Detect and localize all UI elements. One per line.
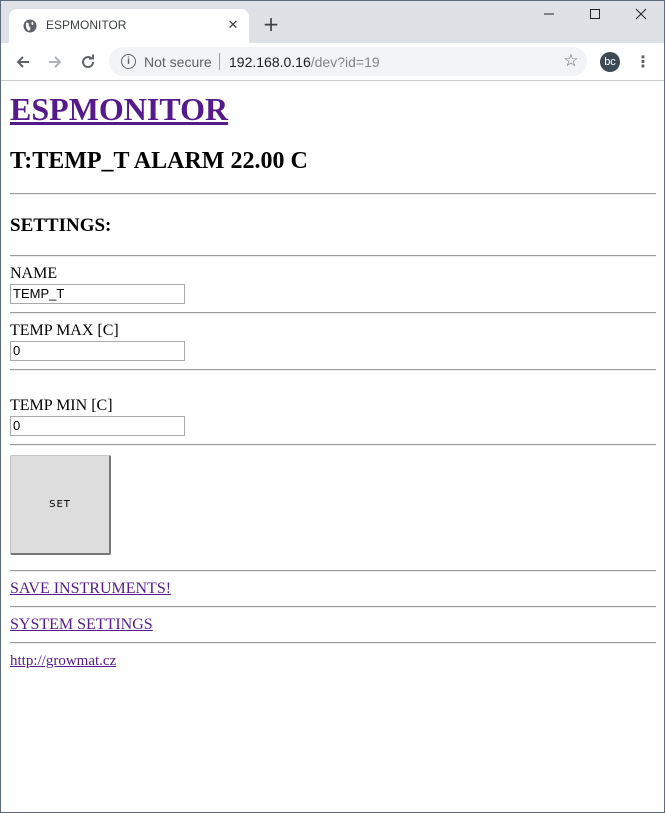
reload-icon[interactable] <box>75 49 101 75</box>
name-input[interactable]: TEMP_T <box>10 284 185 304</box>
close-glyph <box>635 8 647 20</box>
page-title-link[interactable]: ESPMONITOR <box>10 91 228 128</box>
divider <box>10 444 656 446</box>
browser-window: ESPMONITOR ✕ + i Not secure 192.168.0.16… <box>0 0 665 813</box>
minimize-glyph <box>544 13 554 15</box>
url-host: 192.168.0.16 <box>229 54 311 70</box>
forward-arrow-icon[interactable] <box>42 49 68 75</box>
maximize-glyph <box>590 9 600 19</box>
new-tab-icon[interactable]: + <box>261 14 281 34</box>
temp-min-input[interactable]: 0 <box>10 416 185 436</box>
set-button[interactable]: SET <box>10 455 111 555</box>
name-label: NAME <box>10 265 58 282</box>
system-settings-link[interactable]: SYSTEM SETTINGS <box>10 616 153 634</box>
security-label: Not secure <box>144 54 212 70</box>
info-icon[interactable]: i <box>121 54 136 69</box>
settings-heading: SETTINGS: <box>10 215 112 236</box>
temp-max-input[interactable]: 0 <box>10 341 185 361</box>
back-glyph <box>16 56 29 68</box>
minimize-icon[interactable] <box>526 5 572 27</box>
globe-icon <box>23 19 37 33</box>
address-bar[interactable]: i Not secure 192.168.0.16/dev?id=19 ☆ <box>109 47 587 76</box>
url-text[interactable]: 192.168.0.16/dev?id=19 <box>229 54 380 70</box>
tab-title: ESPMONITOR <box>46 18 127 32</box>
back-arrow-icon[interactable] <box>10 49 36 75</box>
close-tab-icon[interactable]: ✕ <box>225 18 241 34</box>
divider <box>10 255 656 257</box>
title-bar: ESPMONITOR ✕ + <box>1 1 664 43</box>
save-instruments-link[interactable]: SAVE INSTRUMENTS! <box>10 580 171 598</box>
divider <box>10 312 656 314</box>
divider <box>10 606 656 608</box>
maximize-icon[interactable] <box>572 5 618 27</box>
divider <box>10 193 656 195</box>
profile-avatar[interactable]: bc <box>600 52 620 72</box>
browser-toolbar: i Not secure 192.168.0.16/dev?id=19 ☆ bc… <box>1 43 664 81</box>
website-link[interactable]: http://growmat.cz <box>10 653 116 670</box>
url-path: /dev?id=19 <box>310 54 380 70</box>
divider <box>10 369 656 371</box>
status-heading: T:TEMP_T ALARM 22.00 C <box>10 148 308 174</box>
divider <box>10 570 656 572</box>
bookmark-star-icon[interactable]: ☆ <box>561 51 581 71</box>
more-menu-icon[interactable]: ⋮ <box>633 51 653 73</box>
temp-max-label: TEMP MAX [C] <box>10 322 119 339</box>
reload-glyph <box>82 54 95 69</box>
forward-glyph <box>49 56 62 68</box>
address-separator <box>219 53 220 70</box>
browser-tab[interactable]: ESPMONITOR ✕ <box>9 9 249 43</box>
window-close-icon[interactable] <box>618 5 664 27</box>
temp-min-label: TEMP MIN [C] <box>10 397 113 414</box>
divider <box>10 642 656 644</box>
